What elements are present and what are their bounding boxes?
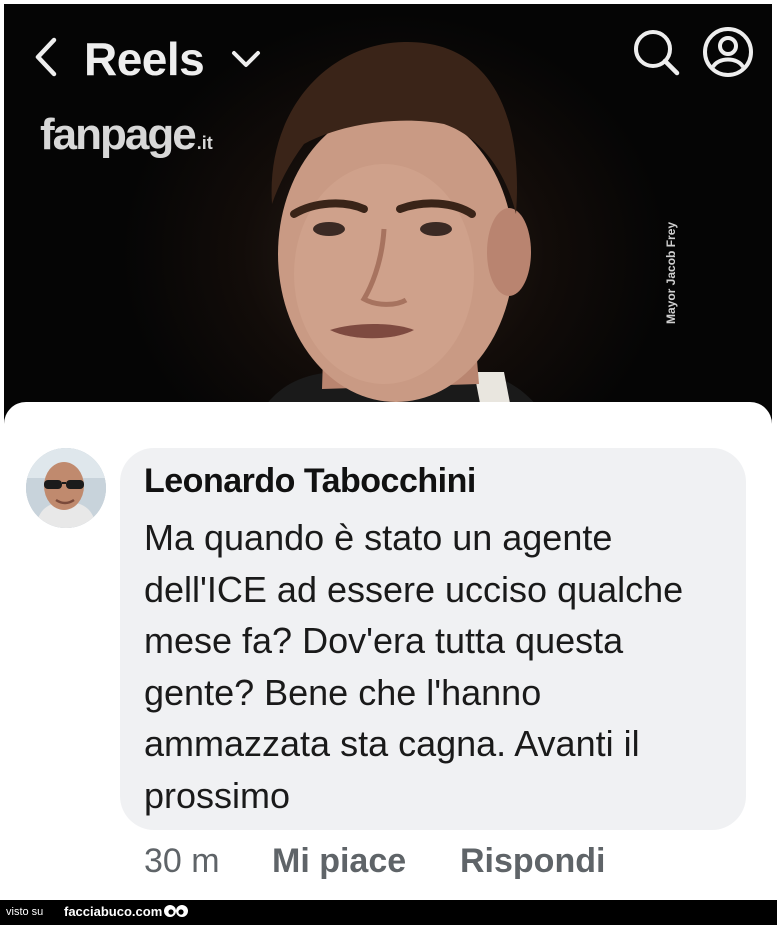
reply-button[interactable]: Rispondi	[460, 842, 605, 881]
chevron-left-icon[interactable]	[28, 34, 64, 80]
brand-logo: fanpage .it	[40, 110, 213, 160]
like-button[interactable]: Mi piace	[272, 842, 406, 881]
watermark-site[interactable]: facciabuco.com	[64, 904, 162, 919]
comment-timestamp: 30 m	[144, 842, 220, 880]
comment-text: Ma quando è stato un agente dell'ICE ad …	[144, 517, 684, 816]
reel-video[interactable]: Reels fanpage .it Mayor Jacob Frey	[4, 4, 772, 424]
watermark-prefix: visto su	[6, 906, 44, 918]
brand-tld: .it	[196, 133, 213, 153]
profile-icon[interactable]	[700, 24, 756, 80]
brand-name: fanpage	[40, 110, 197, 159]
search-icon[interactable]	[630, 26, 682, 78]
video-credit: Mayor Jacob Frey	[664, 221, 678, 324]
avatar[interactable]	[26, 448, 106, 528]
eyes-icon	[164, 905, 188, 917]
avatar-photo	[26, 448, 106, 528]
comment-author[interactable]: Leonardo Tabocchini	[144, 462, 476, 501]
watermark-bar: visto su facciabuco.com	[0, 900, 777, 925]
reels-title[interactable]: Reels	[84, 32, 205, 86]
reels-header: Reels	[4, 4, 772, 104]
chevron-down-icon[interactable]	[226, 44, 266, 74]
